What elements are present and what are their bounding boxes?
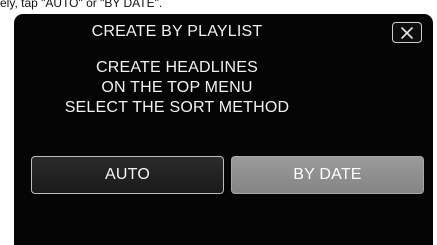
instruction-caption: ely, tap "AUTO" or "BY DATE". bbox=[0, 0, 163, 10]
by-date-button-label: BY DATE bbox=[293, 166, 362, 183]
message-line-3: SELECT THE SORT METHOD bbox=[64, 99, 290, 116]
message-line-2: ON THE TOP MENU bbox=[101, 79, 253, 96]
auto-button[interactable]: AUTO bbox=[31, 156, 224, 194]
dialog-title: CREATE BY PLAYLIST bbox=[91, 23, 263, 40]
camera-menu-screen: CREATE BY PLAYLIST CREATE HEADLINES ON T… bbox=[14, 14, 433, 245]
close-button[interactable] bbox=[392, 22, 422, 43]
dialog-message: CREATE HEADLINES ON THE TOP MENU SELECT … bbox=[14, 58, 340, 118]
auto-button-label: AUTO bbox=[105, 166, 150, 183]
by-date-button[interactable]: BY DATE bbox=[231, 156, 424, 194]
message-line-1: CREATE HEADLINES bbox=[95, 59, 259, 76]
close-icon bbox=[401, 26, 413, 39]
